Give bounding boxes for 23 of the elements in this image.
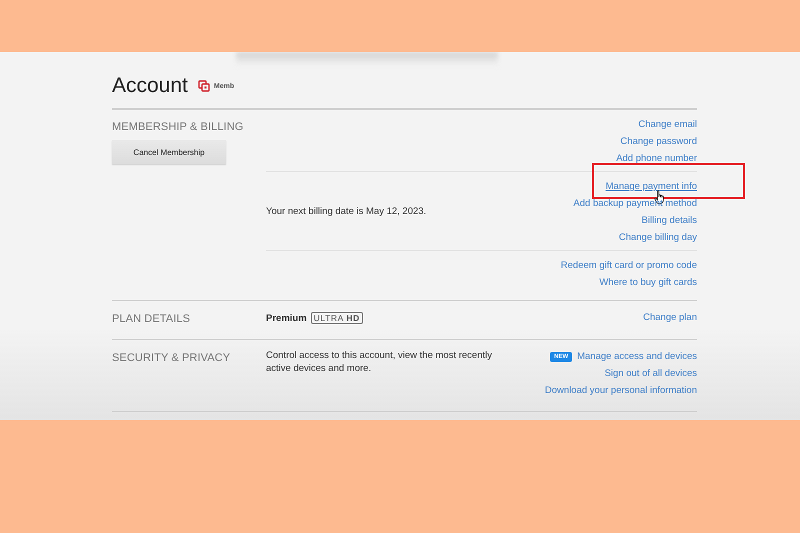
section-label: PLAN DETAILS [112, 312, 192, 325]
plan-name: Premium [266, 312, 307, 324]
link[interactable]: Manage access and devices [577, 350, 697, 363]
link[interactable]: Manage payment info [606, 180, 697, 193]
security-description: Control access to this account, view the most recently active devices and more. [266, 350, 493, 376]
link[interactable]: Billing details [642, 214, 697, 227]
billing-date-text: Your next billing date is May 12, 2023. [266, 206, 428, 218]
link[interactable]: Add phone number [616, 152, 697, 165]
ultra-hd-badge: ULTRA HD [310, 312, 363, 324]
link[interactable]: Sign out of all devices [604, 367, 697, 380]
member-icon [198, 80, 210, 92]
page-title: Account [112, 74, 188, 98]
link[interactable]: Change plan [643, 311, 697, 324]
link[interactable]: Change billing day [618, 231, 697, 244]
link[interactable]: Change email [638, 118, 697, 131]
link[interactable]: Where to buy gift cards [599, 276, 697, 289]
section-label: MEMBERSHIP & BILLING [112, 121, 244, 133]
link[interactable]: Add backup payment method [573, 197, 697, 210]
link[interactable]: Download your personal information [544, 384, 697, 397]
link[interactable]: Redeem gift card or promo code [560, 259, 697, 272]
cancel-membership-button[interactable]: Cancel Membership [112, 140, 226, 164]
link[interactable]: Change password [620, 135, 697, 148]
section-label: SECURITY & PRIVACY [112, 351, 232, 364]
